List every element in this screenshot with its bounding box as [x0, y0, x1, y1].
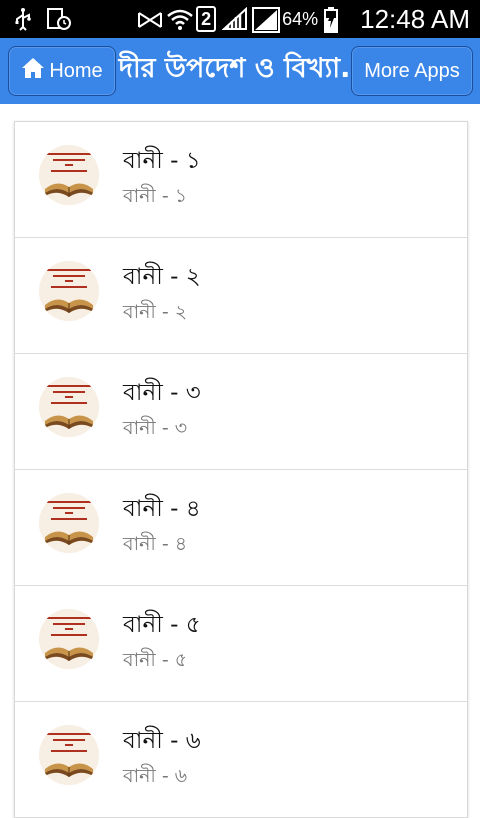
home-button-label: Home	[49, 59, 103, 82]
item-subtitle: বানী - ৪	[123, 533, 188, 555]
home-button[interactable]: Home	[8, 46, 116, 96]
book-thumbnail-icon	[39, 377, 99, 437]
book-thumbnail-icon	[39, 493, 99, 553]
item-subtitle: বানী - ৬	[123, 765, 188, 787]
signal-2-icon	[252, 7, 281, 33]
list-item[interactable]: বানী - ৪ বানী - ৪	[15, 470, 467, 586]
clock: 12:48 AM	[360, 3, 470, 34]
list-item[interactable]: বানী - ১ বানী - ১	[15, 122, 467, 238]
status-right: 2 64% 12:48 AM	[136, 0, 470, 38]
app-header: ...দীর উপদেশ ও বিখ্যা... Home More Apps	[0, 38, 480, 104]
home-icon	[21, 57, 45, 85]
item-subtitle: বানী - ১	[123, 185, 188, 207]
item-subtitle: বানী - ৫	[123, 649, 188, 671]
clipboard-timer-icon	[46, 7, 71, 31]
signal-icon	[221, 6, 248, 31]
battery-percent: 64%	[282, 8, 319, 29]
message-list: বানী - ১ বানী - ১ বানী - ২ বানী - ২ বানী…	[14, 121, 468, 818]
mute-icon	[136, 7, 163, 31]
item-title: বানী - ৬	[123, 728, 201, 754]
item-title: বানী - ৪	[123, 496, 201, 522]
book-thumbnail-icon	[39, 261, 99, 321]
list-item[interactable]: বানী - ৫ বানী - ৫	[15, 586, 467, 702]
item-subtitle: বানী - ২	[123, 301, 188, 323]
usb-icon	[12, 7, 36, 31]
status-left	[12, 6, 71, 32]
battery-charging-icon	[324, 7, 348, 33]
book-thumbnail-icon	[39, 725, 99, 785]
list-item[interactable]: বানী - ২ বানী - ২	[15, 238, 467, 354]
book-thumbnail-icon	[39, 609, 99, 669]
item-title: বানী - ৫	[123, 612, 201, 638]
status-bar: 2 64% 12:48 AM	[0, 0, 480, 38]
item-title: বানী - ২	[123, 264, 201, 290]
sim-badge: 2	[196, 6, 217, 32]
list-item[interactable]: বানী - ৩ বানী - ৩	[15, 354, 467, 470]
more-apps-button[interactable]: More Apps	[351, 46, 473, 96]
book-thumbnail-icon	[39, 145, 99, 205]
item-subtitle: বানী - ৩	[123, 417, 188, 439]
wifi-icon	[166, 7, 193, 31]
item-title: বানী - ৩	[123, 380, 201, 406]
item-title: বানী - ১	[123, 148, 201, 174]
